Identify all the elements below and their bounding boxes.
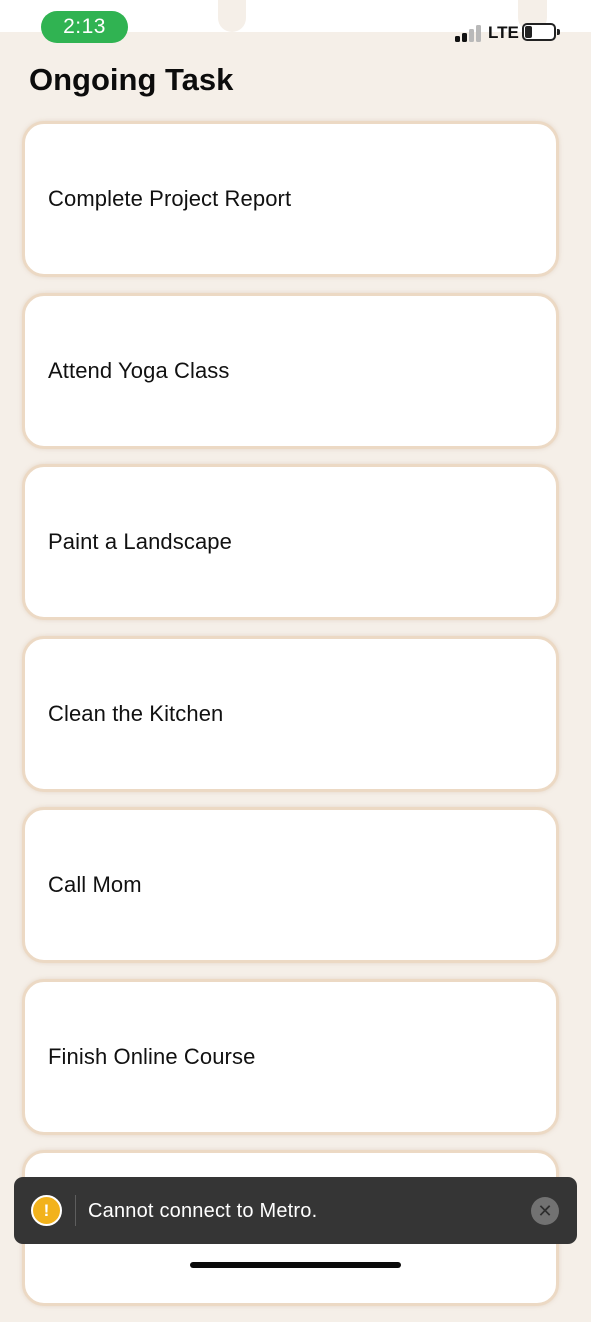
home-indicator[interactable]	[190, 1262, 401, 1268]
signal-bar	[469, 29, 474, 42]
toast-message: Cannot connect to Metro.	[88, 1200, 318, 1222]
close-icon[interactable]: ✕	[531, 1197, 559, 1225]
signal-bar	[455, 36, 460, 42]
battery-level: 31	[532, 25, 546, 39]
status-time[interactable]: 2:13	[41, 11, 128, 43]
metro-error-toast[interactable]: ! Cannot connect to Metro. ✕	[14, 1177, 577, 1244]
task-label: Complete Project Report	[48, 186, 292, 211]
task-card[interactable]: Finish Online Course	[22, 978, 559, 1135]
task-label: Clean the Kitchen	[48, 700, 224, 726]
task-card[interactable]: Attend Yoga Class	[22, 292, 559, 449]
battery-tip	[557, 29, 560, 35]
task-label: Call Mom	[48, 872, 142, 897]
task-label: Attend Yoga Class	[48, 357, 230, 383]
toast-divider	[75, 1195, 76, 1226]
page-title: Ongoing Task	[29, 62, 234, 97]
task-card[interactable]: Complete Project Report	[22, 121, 559, 277]
task-label: Paint a Landscape	[48, 529, 232, 554]
cellular-signal-icon	[455, 24, 483, 42]
status-bar: 2:13 LTE 31	[0, 0, 591, 48]
signal-bar	[476, 25, 481, 42]
signal-bar	[462, 33, 467, 42]
task-card[interactable]: Clean the Kitchen	[22, 635, 559, 792]
task-list: Complete Project Report Attend Yoga Clas…	[22, 121, 559, 1322]
task-label: Finish Online Course	[48, 1043, 256, 1069]
battery-icon: 31	[522, 23, 556, 41]
warning-icon: !	[31, 1195, 62, 1226]
task-card[interactable]: Paint a Landscape	[22, 464, 559, 620]
task-card[interactable]: Call Mom	[22, 807, 559, 963]
network-type: LTE	[488, 23, 519, 42]
